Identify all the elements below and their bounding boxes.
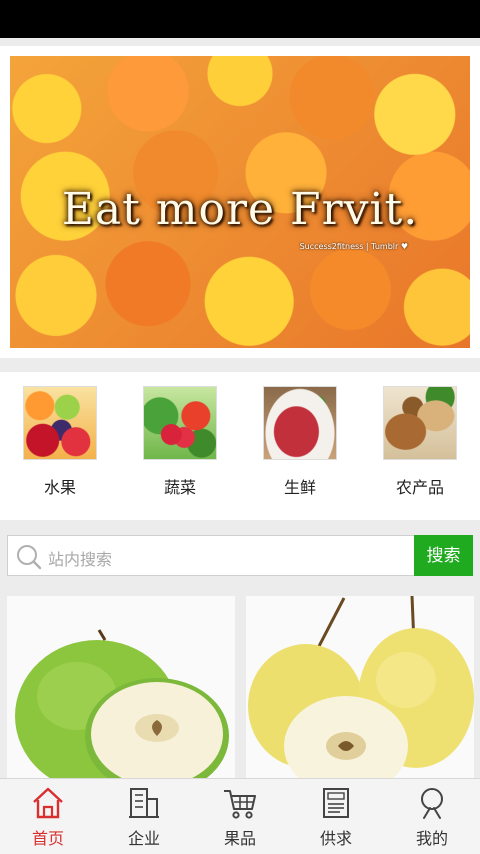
category-label: 生鲜 xyxy=(283,478,316,497)
home-icon xyxy=(33,787,63,819)
fruit-image xyxy=(23,386,97,460)
product-card[interactable] xyxy=(7,596,235,778)
category-label: 农产品 xyxy=(395,478,444,497)
category-vegetable[interactable]: 蔬菜 xyxy=(130,386,230,498)
search-input[interactable]: 站内搜索 xyxy=(7,535,414,576)
banner-title: Eat more Frvit. xyxy=(61,184,419,235)
search-icon xyxy=(17,545,42,570)
user-icon xyxy=(421,788,443,819)
category-label: 水果 xyxy=(43,478,76,497)
tab-home[interactable]: 首页 xyxy=(0,779,96,854)
status-bar xyxy=(0,0,480,38)
search-bar: 站内搜索 搜索 xyxy=(7,535,473,576)
tab-company[interactable]: 企业 xyxy=(96,779,192,854)
tab-fruit-products[interactable]: 果品 xyxy=(192,779,288,854)
banner-carousel[interactable]: Eat more Frvit. Success2fitness | Tumblr… xyxy=(0,46,480,358)
green-apple-image xyxy=(7,596,235,778)
search-placeholder: 站内搜索 xyxy=(48,550,113,569)
building-icon xyxy=(129,788,159,818)
pear-image xyxy=(246,596,474,778)
category-farm-produce[interactable]: 农产品 xyxy=(370,386,470,498)
tab-supply-demand[interactable]: 供求 xyxy=(288,779,384,854)
bottom-tab-bar: 首页 企业 果品 供求 我的 xyxy=(0,778,480,854)
supply-demand-icon xyxy=(323,788,349,818)
product-card[interactable] xyxy=(246,596,474,778)
tab-label: 果品 xyxy=(223,829,256,848)
category-fruit[interactable]: 水果 xyxy=(10,386,110,498)
banner-credit: Success2fitness | Tumblr ♥ xyxy=(299,242,408,251)
search-button[interactable]: 搜索 xyxy=(414,535,473,576)
tab-label: 企业 xyxy=(127,829,160,848)
tab-label: 供求 xyxy=(319,829,352,848)
cart-icon xyxy=(224,790,256,819)
tab-label: 首页 xyxy=(31,829,64,848)
tab-label: 我的 xyxy=(415,829,448,848)
farm-produce-image xyxy=(383,386,457,460)
category-fresh[interactable]: 生鲜 xyxy=(250,386,350,498)
category-grid: 水果 蔬菜 生鲜 农产品 xyxy=(0,372,480,520)
category-label: 蔬菜 xyxy=(163,478,196,497)
vegetable-image xyxy=(143,386,217,460)
banner-image[interactable]: Eat more Frvit. Success2fitness | Tumblr… xyxy=(10,56,470,348)
tab-mine[interactable]: 我的 xyxy=(384,779,480,854)
fresh-meat-image xyxy=(263,386,337,460)
